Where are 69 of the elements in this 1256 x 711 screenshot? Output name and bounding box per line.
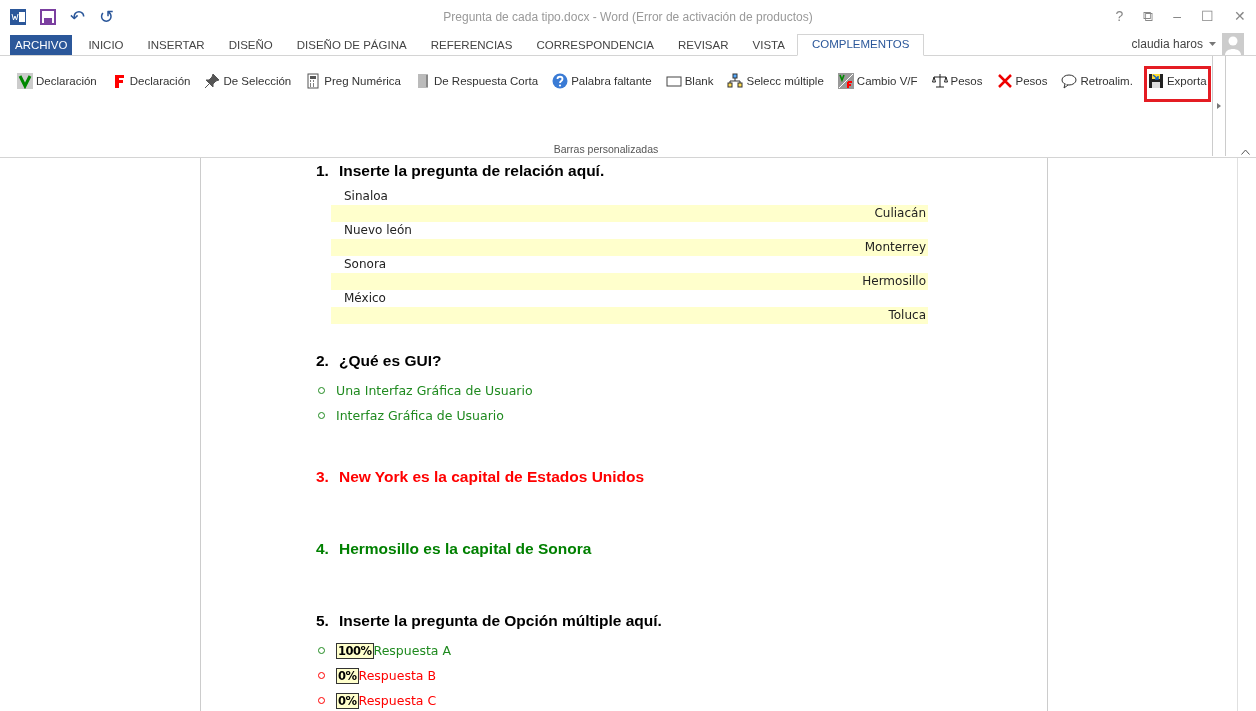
cross-icon <box>996 73 1013 89</box>
window-control[interactable]: ✕ <box>1234 8 1246 25</box>
ribbon-button[interactable]: Declaración <box>107 69 194 93</box>
ribbon-button[interactable]: Blank <box>662 69 717 93</box>
match-term: Sonora <box>344 257 387 271</box>
ribbon-tab[interactable]: REVISAR <box>666 36 741 55</box>
ribbon-button[interactable]: De Selección <box>201 69 295 93</box>
window-control[interactable]: ? <box>1115 8 1124 25</box>
answer-option: Una Interfaz Gráfica de Usuario <box>336 383 533 398</box>
answer-option: Respuesta B <box>358 668 437 683</box>
weight-label: 100% <box>336 642 374 659</box>
question-heading: 5. Inserte la pregunta de Opción múltiple aquí. <box>316 612 663 630</box>
window-control[interactable]: ⧉ <box>1143 8 1154 25</box>
match-answer: Culiacán <box>331 205 928 222</box>
window-control[interactable]: – <box>1173 8 1181 25</box>
scale-icon <box>931 73 948 89</box>
ribbon-button[interactable]: Retroalim. <box>1058 69 1136 93</box>
match-term: Nuevo león <box>344 223 412 237</box>
toolbar-button[interactable]: ↺ <box>99 5 114 28</box>
ribbon-button[interactable]: Declaración <box>14 69 100 93</box>
question-heading: 4. Hermosillo es la capital de Sonora <box>316 540 593 558</box>
help-icon <box>552 73 569 89</box>
ribbon-button[interactable]: Exporta <box>1143 66 1211 102</box>
true-false-icon <box>837 73 854 89</box>
word-logo-icon[interactable] <box>10 8 26 25</box>
ribbon-tab[interactable]: INICIO <box>76 36 136 55</box>
ribbon-button[interactable]: De Respuesta Corta <box>411 69 542 93</box>
match-term: México <box>344 291 386 305</box>
ribbon-button[interactable]: Pesos <box>928 69 986 93</box>
question-heading: 2. ¿Qué es GUI? <box>316 352 443 370</box>
user-name[interactable]: claudia haros <box>1131 37 1203 51</box>
ribbon-button[interactable]: Selecc múltiple <box>724 69 827 93</box>
hierarchy-icon <box>727 73 744 89</box>
rectangle-icon <box>665 73 682 89</box>
scroll-right-icon[interactable] <box>1217 103 1221 109</box>
ribbon-button[interactable]: Cambio V/F <box>834 69 921 93</box>
match-answer: Hermosillo <box>331 273 928 290</box>
weight-label: 0% <box>336 692 359 709</box>
ribbon-tab[interactable]: REFERENCIAS <box>418 36 525 55</box>
answer-option: Respuesta A <box>373 643 451 658</box>
weight-label: 0% <box>336 667 359 684</box>
ribbon-tab[interactable]: ARCHIVO <box>10 35 73 55</box>
v-letter-icon <box>17 73 33 89</box>
question-heading: 3. New York es la capital de Estados Unidos <box>316 468 646 486</box>
question-heading: 1. Inserte la pregunta de relación aquí. <box>316 162 606 180</box>
caret-icon[interactable] <box>1209 42 1216 46</box>
ribbon-tab[interactable]: INSERTAR <box>135 36 217 55</box>
ribbon-button[interactable]: Preg Numérica <box>302 69 404 93</box>
ribbon-button[interactable]: Pesos <box>993 69 1051 93</box>
toolbar-button[interactable]: ↶ <box>70 5 85 28</box>
save-icon[interactable] <box>40 8 56 25</box>
match-term: Sinaloa <box>344 189 388 203</box>
ribbon-tab[interactable]: CORRESPONDENCIA <box>524 36 667 55</box>
pin-icon <box>204 73 221 89</box>
ribbon-button[interactable]: Palabra faltante <box>549 69 655 93</box>
answer-option: Respuesta C <box>358 693 437 708</box>
window-control[interactable]: ☐ <box>1201 8 1214 25</box>
ribbon-tab[interactable]: VISTA <box>740 36 797 55</box>
ribbon-tab[interactable]: DISEÑO DE PÁGINA <box>284 36 419 55</box>
match-answer: Toluca <box>331 307 928 324</box>
match-answer: Monterrey <box>331 239 928 256</box>
window-title: Pregunta de cada tipo.docx - Word (Error de activación de productos) <box>443 10 813 24</box>
collapse-ribbon-icon[interactable] <box>1241 149 1250 155</box>
ribbon-tab[interactable]: COMPLEMENTOS <box>796 34 925 56</box>
speech-bubble-icon <box>1061 73 1078 89</box>
group-label: Barras personalizadas <box>553 143 659 155</box>
answer-option: Interfaz Gráfica de Usuario <box>336 408 504 423</box>
ribbon-tab[interactable]: DISEÑO <box>216 36 285 55</box>
calculator-icon <box>305 73 322 89</box>
